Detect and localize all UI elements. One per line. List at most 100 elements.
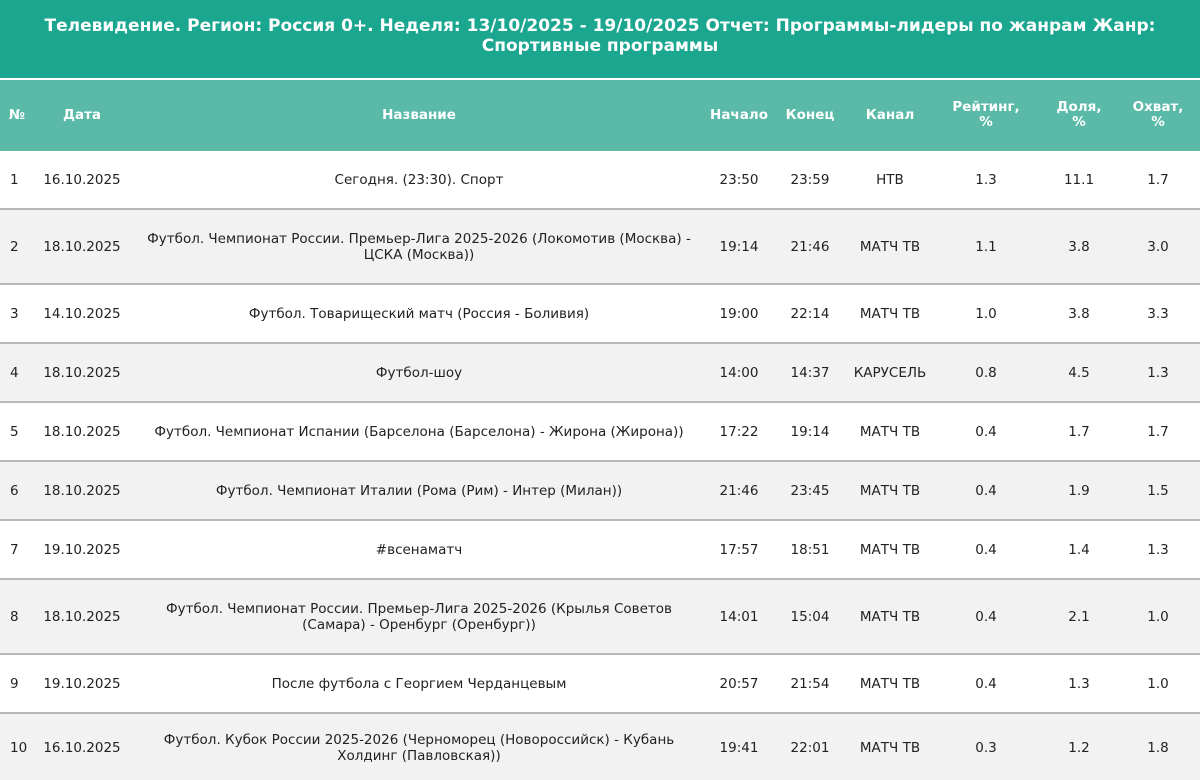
cell-end: 22:14 [790, 305, 830, 322]
cell-name: После футбола с Георгием Черданцевым [271, 675, 567, 692]
column-header-rating: Рейтинг, % [930, 80, 1042, 151]
cell-date: 18.10.2025 [43, 608, 121, 625]
cell-name: Футбол. Чемпионат России. Премьер-Лига 2… [166, 600, 672, 633]
cell-num: 6 [10, 482, 19, 499]
cell-rating: 1.1 [975, 238, 997, 255]
table-row: 9 19.10.2025 После футбола с Георгием Че… [0, 655, 1200, 714]
cell-channel: МАТЧ ТВ [859, 238, 921, 255]
cell-rating: 0.3 [975, 740, 997, 756]
column-header-share: Доля, % [1042, 80, 1116, 151]
cell-start: 19:14 [719, 238, 759, 255]
cell-date: 16.10.2025 [43, 740, 121, 756]
cell-start: 17:57 [719, 541, 759, 558]
column-header-start: Начало [710, 107, 768, 123]
cell-channel: МАТЧ ТВ [859, 541, 921, 558]
cell-end: 18:51 [790, 541, 830, 558]
cell-end: 21:54 [790, 675, 830, 692]
cell-share: 1.3 [1068, 675, 1090, 692]
cell-share: 1.2 [1068, 740, 1090, 756]
cell-reach: 1.7 [1147, 171, 1169, 188]
cell-share: 11.1 [1063, 171, 1095, 188]
cell-name: Футбол. Кубок России 2025-2026 (Черномор… [163, 732, 675, 764]
cell-name: Футбол. Чемпионат Испании (Барселона (Ба… [154, 423, 684, 440]
cell-name: #всенаматч [375, 541, 463, 558]
table-row: 7 19.10.2025 #всенаматч 17:57 18:51 МАТЧ… [0, 521, 1200, 580]
cell-num: 10 [10, 740, 28, 756]
cell-rating: 0.4 [975, 675, 997, 692]
cell-share: 1.4 [1068, 541, 1090, 558]
cell-channel: КАРУСЕЛЬ [853, 364, 927, 381]
cell-share: 2.1 [1068, 608, 1090, 625]
cell-date: 14.10.2025 [43, 305, 121, 322]
cell-num: 2 [10, 238, 19, 255]
cell-name: Футбол. Чемпионат России. Премьер-Лига 2… [147, 230, 691, 263]
cell-end: 14:37 [790, 364, 830, 381]
cell-start: 14:00 [719, 364, 759, 381]
column-header-share-unit: % [1072, 113, 1086, 130]
column-header-rating-unit: % [979, 113, 993, 130]
cell-reach: 1.0 [1147, 608, 1169, 625]
cell-end: 22:01 [790, 740, 830, 756]
cell-start: 19:00 [719, 305, 759, 322]
cell-date: 19.10.2025 [43, 675, 121, 692]
cell-start: 17:22 [719, 423, 759, 440]
cell-end: 19:14 [790, 423, 830, 440]
table-row: 6 18.10.2025 Футбол. Чемпионат Италии (Р… [0, 462, 1200, 521]
cell-name: Сегодня. (23:30). Спорт [334, 171, 504, 188]
cell-channel: МАТЧ ТВ [859, 740, 921, 756]
cell-share: 4.5 [1068, 364, 1090, 381]
cell-num: 4 [10, 364, 19, 381]
cell-num: 3 [10, 305, 19, 322]
cell-date: 16.10.2025 [43, 171, 121, 188]
table-row: 10 16.10.2025 Футбол. Кубок России 2025-… [0, 714, 1200, 780]
cell-date: 18.10.2025 [43, 364, 121, 381]
cell-end: 21:46 [790, 238, 830, 255]
column-header-end: Конец [785, 107, 835, 123]
cell-reach: 1.0 [1147, 675, 1169, 692]
column-header-share-label: Доля, [1056, 98, 1102, 115]
cell-rating: 0.4 [975, 608, 997, 625]
cell-reach: 1.3 [1147, 541, 1169, 558]
cell-num: 9 [10, 675, 19, 692]
column-header-rating-label: Рейтинг, [952, 98, 1020, 115]
cell-date: 18.10.2025 [43, 423, 121, 440]
cell-channel: МАТЧ ТВ [859, 423, 921, 440]
cell-date: 19.10.2025 [43, 541, 121, 558]
cell-share: 1.9 [1068, 482, 1090, 499]
table-row: 5 18.10.2025 Футбол. Чемпионат Испании (… [0, 403, 1200, 462]
cell-reach: 1.7 [1147, 423, 1169, 440]
cell-share: 3.8 [1068, 305, 1090, 322]
cell-rating: 0.8 [975, 364, 997, 381]
cell-end: 23:45 [790, 482, 830, 499]
cell-reach: 1.5 [1147, 482, 1169, 499]
cell-date: 18.10.2025 [43, 238, 121, 255]
cell-rating: 0.4 [975, 423, 997, 440]
cell-channel: МАТЧ ТВ [859, 305, 921, 322]
cell-channel: МАТЧ ТВ [859, 482, 921, 499]
cell-channel: НТВ [876, 171, 904, 188]
cell-num: 7 [10, 541, 19, 558]
cell-num: 1 [10, 171, 19, 188]
cell-rating: 0.4 [975, 541, 997, 558]
cell-channel: МАТЧ ТВ [859, 675, 921, 692]
cell-share: 3.8 [1068, 238, 1090, 255]
column-header-reach-label: Охват, [1132, 98, 1184, 115]
cell-reach: 3.3 [1147, 305, 1169, 322]
column-header-reach-unit: % [1151, 113, 1165, 130]
cell-share: 1.7 [1068, 423, 1090, 440]
column-header-date: Дата [62, 107, 102, 123]
cell-num: 5 [10, 423, 19, 440]
cell-rating: 1.3 [975, 171, 997, 188]
table-row: 4 18.10.2025 Футбол-шоу 14:00 14:37 КАРУ… [0, 344, 1200, 403]
cell-start: 19:41 [719, 740, 759, 756]
table-row: 3 14.10.2025 Футбол. Товарищеский матч (… [0, 285, 1200, 344]
table-body: 1 16.10.2025 Сегодня. (23:30). Спорт 23:… [0, 151, 1200, 780]
cell-rating: 1.0 [975, 305, 997, 322]
cell-end: 23:59 [790, 171, 830, 188]
column-header-reach: Охват, % [1116, 80, 1200, 151]
cell-name: Футбол-шоу [375, 364, 463, 381]
cell-start: 23:50 [719, 171, 759, 188]
cell-end: 15:04 [790, 608, 830, 625]
column-header-channel: Канал [865, 107, 915, 123]
cell-num: 8 [10, 608, 19, 625]
